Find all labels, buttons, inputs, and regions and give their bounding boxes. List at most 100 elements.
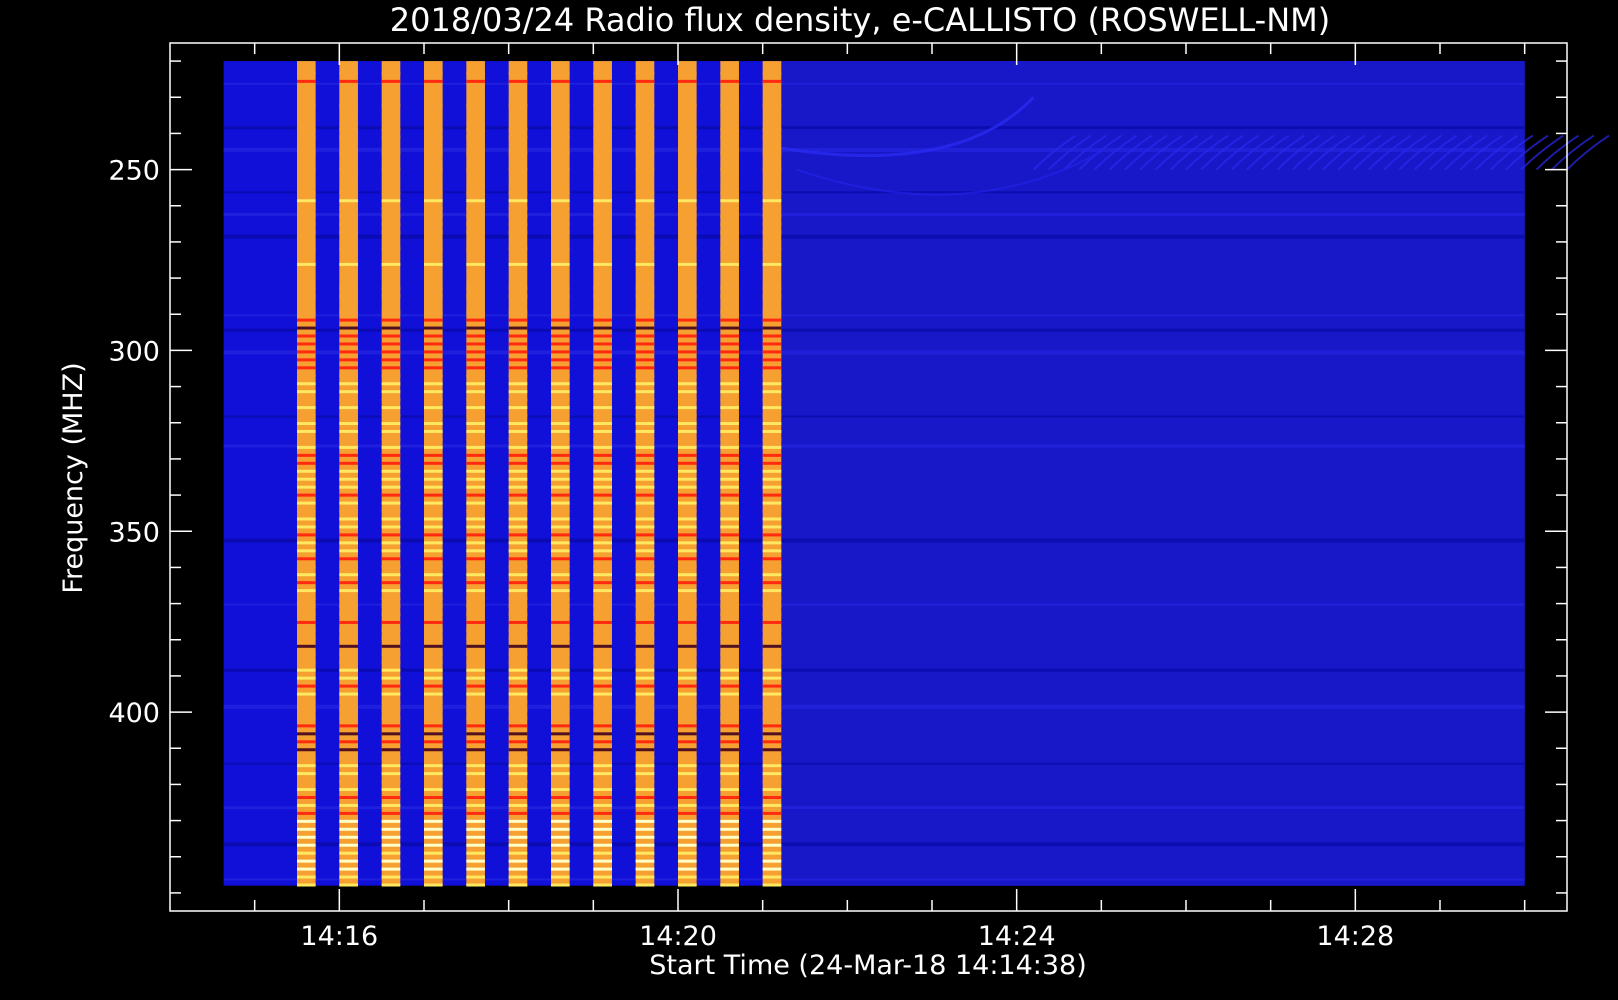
burst-band (297, 262, 316, 266)
burst-band (424, 795, 443, 799)
burst-band (551, 207, 570, 211)
burst-band (424, 71, 443, 75)
burst-band (381, 231, 401, 235)
burst-band (635, 310, 655, 314)
burst-band (720, 660, 739, 664)
burst-band (297, 565, 316, 569)
burst-band (508, 350, 528, 354)
burst-band (297, 748, 316, 752)
burst-band (593, 684, 612, 688)
burst-band (424, 127, 443, 131)
burst-band (381, 756, 401, 760)
burst-band (297, 469, 316, 473)
burst-band (508, 867, 528, 871)
burst-band (339, 756, 358, 760)
burst-band (762, 390, 782, 394)
interference-line (223, 314, 1525, 317)
burst-band (297, 485, 316, 489)
burst-band (593, 318, 612, 322)
burst-band (424, 589, 443, 593)
burst-band (762, 851, 782, 855)
burst-band (762, 628, 782, 632)
burst-band (635, 557, 655, 561)
burst-band (381, 811, 401, 815)
burst-band (762, 795, 782, 799)
burst-band (466, 835, 485, 839)
burst-band (635, 652, 655, 656)
burst-band (551, 501, 570, 505)
burst-band (551, 199, 570, 203)
x-tick-label: 14:28 (1316, 921, 1394, 952)
burst-band (720, 493, 739, 497)
burst-band (339, 620, 358, 624)
burst-band (678, 700, 697, 704)
burst-band (508, 788, 528, 792)
burst-band (297, 406, 316, 410)
burst-band (762, 231, 782, 235)
burst-band (297, 827, 316, 831)
burst-band (339, 103, 358, 107)
interference-line (223, 668, 1525, 672)
burst-band (593, 676, 612, 680)
burst-band (678, 875, 697, 879)
burst-band (762, 199, 782, 203)
burst-band (508, 748, 528, 752)
burst-band (593, 79, 612, 83)
burst-band (297, 795, 316, 799)
burst-band (339, 437, 358, 441)
burst-band (551, 636, 570, 640)
burst-band (593, 692, 612, 696)
burst-band (551, 581, 570, 585)
burst-band (762, 414, 782, 418)
burst-stripe (720, 61, 739, 887)
burst-band (508, 795, 528, 799)
burst-band (762, 541, 782, 545)
burst-band (339, 732, 358, 736)
burst-band (466, 652, 485, 656)
burst-band (424, 445, 443, 449)
burst-band (551, 533, 570, 537)
burst-band (678, 549, 697, 553)
burst-band (508, 461, 528, 465)
burst-band (297, 310, 316, 314)
burst-band (508, 859, 528, 863)
burst-band (678, 334, 697, 338)
burst-band (762, 374, 782, 378)
burst-band (297, 191, 316, 195)
burst-band (339, 740, 358, 744)
burst-band (720, 71, 739, 75)
burst-band (593, 620, 612, 624)
burst-band (593, 803, 612, 807)
burst-band (593, 501, 612, 505)
burst-band (762, 684, 782, 688)
burst-band (720, 597, 739, 601)
burst-band (678, 660, 697, 664)
burst-band (424, 477, 443, 481)
burst-band (762, 215, 782, 219)
burst-band (762, 700, 782, 704)
burst-band (424, 342, 443, 346)
burst-band (381, 326, 401, 330)
interference-line (223, 704, 1525, 709)
burst-band (339, 724, 358, 728)
burst-band (593, 350, 612, 354)
burst-band (297, 517, 316, 521)
burst-band (635, 660, 655, 664)
burst-band (381, 835, 401, 839)
burst-band (762, 549, 782, 553)
burst-band (381, 262, 401, 266)
burst-band (762, 565, 782, 569)
burst-band (508, 597, 528, 601)
burst-band (381, 191, 401, 195)
burst-band (593, 748, 612, 752)
burst-band (508, 191, 528, 195)
burst-band (551, 644, 570, 648)
burst-band (762, 756, 782, 760)
burst-band (424, 764, 443, 768)
burst-band (339, 612, 358, 616)
burst-band (678, 127, 697, 131)
burst-band (297, 437, 316, 441)
burst-band (508, 398, 528, 402)
burst-band (508, 684, 528, 688)
burst-band (381, 668, 401, 672)
